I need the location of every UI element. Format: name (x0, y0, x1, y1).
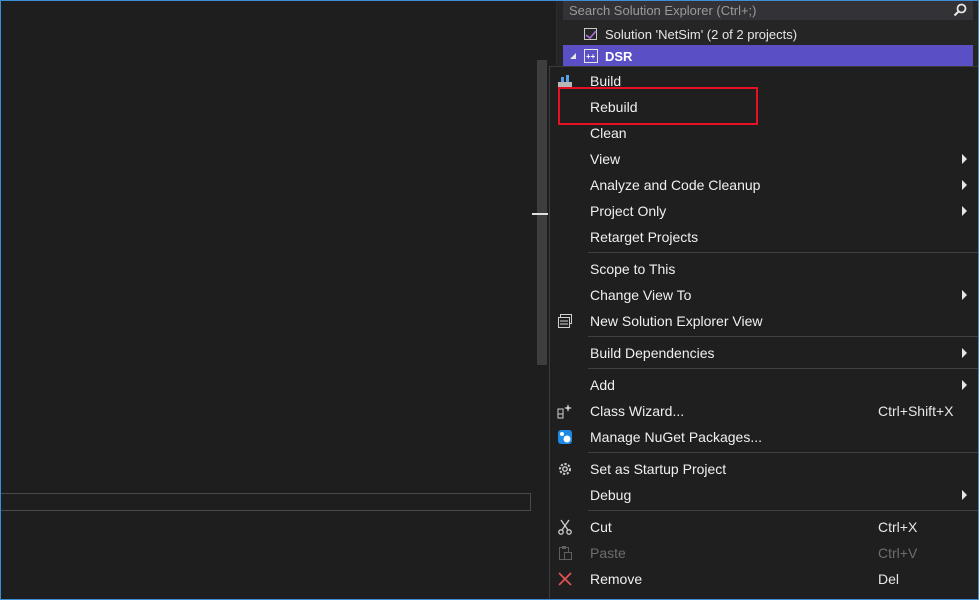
submenu-arrow-icon (962, 490, 967, 500)
menu-shortcut: Del (878, 571, 900, 587)
menu-shortcut: Ctrl+V (878, 545, 918, 561)
menu-item-build-dependencies[interactable]: Build Dependencies (550, 340, 978, 366)
cpp-project-icon: ++ (583, 48, 599, 64)
solution-label: Solution 'NetSim' (2 of 2 projects) (605, 26, 798, 42)
menu-label: Scope to This (590, 261, 676, 277)
submenu-arrow-icon (962, 290, 967, 300)
editor-horizontal-scrollbar[interactable] (1, 493, 531, 511)
menu-label: Clean (590, 125, 627, 141)
rebuild-highlight-box (558, 87, 758, 125)
solution-node[interactable]: Solution 'NetSim' (2 of 2 projects) (563, 23, 973, 45)
menu-item-manage-nuget[interactable]: Manage NuGet Packages... (550, 424, 978, 450)
menu-label: View (590, 151, 621, 167)
paste-icon (556, 545, 574, 561)
submenu-arrow-icon (962, 380, 967, 390)
solution-icon (583, 26, 599, 42)
menu-item-class-wizard[interactable]: Class Wizard... Ctrl+Shift+X (550, 398, 978, 424)
menu-label: Analyze and Code Cleanup (590, 177, 761, 193)
class-wizard-icon (556, 403, 574, 419)
menu-item-retarget[interactable]: Retarget Projects (550, 224, 978, 250)
menu-label: Paste (590, 545, 626, 561)
solution-explorer-search[interactable]: Search Solution Explorer (Ctrl+;) (563, 0, 973, 20)
menu-item-analyze[interactable]: Analyze and Code Cleanup (550, 172, 978, 198)
output-panel-area (1, 512, 531, 599)
menu-label: Cut (590, 519, 612, 535)
submenu-arrow-icon (962, 154, 967, 164)
menu-label: Retarget Projects (590, 229, 699, 245)
nuget-icon (556, 429, 574, 445)
scissors-icon (556, 519, 574, 535)
menu-shortcut: Ctrl+Shift+X (878, 403, 954, 419)
new-window-icon (556, 313, 574, 329)
menu-item-scope-to-this[interactable]: Scope to This (550, 256, 978, 282)
expand-arrow-icon[interactable] (563, 52, 583, 60)
menu-label: Project Only (590, 203, 667, 219)
menu-label: Build Dependencies (590, 345, 715, 361)
menu-label: New Solution Explorer View (590, 313, 763, 329)
submenu-arrow-icon (962, 206, 967, 216)
menu-label: Manage NuGet Packages... (590, 429, 762, 445)
search-icon[interactable] (947, 3, 973, 17)
submenu-arrow-icon (962, 348, 967, 358)
project-label: DSR (605, 48, 633, 64)
menu-label: Add (590, 377, 615, 393)
menu-label: Change View To (590, 287, 692, 303)
menu-item-new-se-view[interactable]: New Solution Explorer View (550, 308, 978, 334)
gear-icon (556, 461, 574, 477)
menu-item-project-only[interactable]: Project Only (550, 198, 978, 224)
menu-separator (588, 510, 978, 511)
menu-item-add[interactable]: Add (550, 372, 978, 398)
menu-separator (588, 452, 978, 453)
project-node-dsr[interactable]: ++ DSR (563, 45, 973, 67)
menu-label: Remove (590, 571, 643, 587)
menu-separator (588, 368, 978, 369)
search-input[interactable]: Search Solution Explorer (Ctrl+;) (563, 3, 947, 18)
menu-item-paste: Paste Ctrl+V (550, 540, 978, 566)
menu-label: Set as Startup Project (590, 461, 727, 477)
remove-x-icon (556, 571, 574, 587)
menu-label: Class Wizard... (590, 403, 685, 419)
menu-item-change-view-to[interactable]: Change View To (550, 282, 978, 308)
svg-text:++: ++ (586, 52, 596, 61)
context-menu: Build Rebuild Clean View Analyze and Cod… (549, 66, 978, 600)
menu-separator (588, 252, 978, 253)
menu-item-remove[interactable]: Remove Del (550, 566, 978, 592)
scrollbar-caret-marker (532, 213, 548, 215)
menu-item-set-startup[interactable]: Set as Startup Project (550, 456, 978, 482)
menu-shortcut: Ctrl+X (878, 519, 918, 535)
submenu-arrow-icon (962, 180, 967, 190)
menu-item-view[interactable]: View (550, 146, 978, 172)
menu-item-debug[interactable]: Debug (550, 482, 978, 508)
menu-label: Debug (590, 487, 632, 503)
menu-separator (588, 336, 978, 337)
menu-item-cut[interactable]: Cut Ctrl+X (550, 514, 978, 540)
